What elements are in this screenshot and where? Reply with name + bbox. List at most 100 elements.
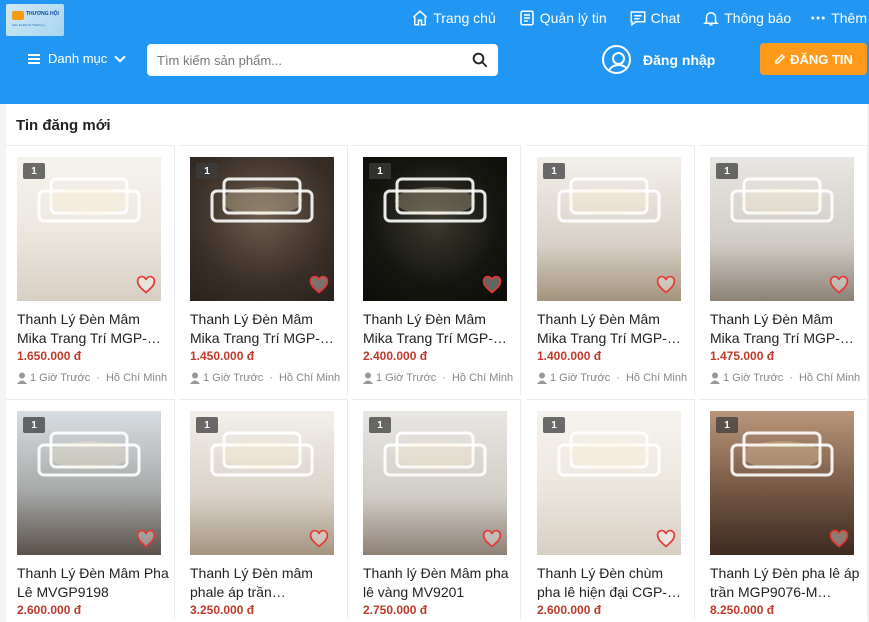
meta-separator: ·: [269, 372, 273, 384]
listing-card[interactable]: 1 Thanh Lý Đèn Mâm Mika Trang Trí MGP-… 1.…: [699, 145, 868, 395]
listing-card[interactable]: 1 Thanh lý Đèn Mâm pha lê vàng MV9201 2.75…: [352, 399, 521, 619]
seller-avatar-icon: [190, 372, 200, 384]
site-logo[interactable]: THƯƠNG HỘI Siêu thị Đồ Cũ Thanh Lý: [6, 4, 64, 36]
listing-thumbnail[interactable]: 1: [710, 157, 854, 301]
listing-meta: 1 Giờ Trước · Hồ Chí Minh: [363, 372, 513, 384]
chat-icon: [630, 11, 646, 27]
favorite-heart-icon[interactable]: [136, 529, 156, 549]
listing-location: Hồ Chí Minh: [798, 372, 861, 384]
category-menu-label: Danh mục: [48, 51, 108, 66]
listing-thumbnail[interactable]: 1: [190, 411, 334, 555]
favorite-heart-icon[interactable]: [136, 275, 156, 295]
listing-location: Hồ Chí Minh: [105, 372, 168, 384]
post-listing-button[interactable]: ĐĂNG TIN: [760, 43, 867, 75]
favorite-heart-icon[interactable]: [482, 275, 502, 295]
listing-time: 1 Giờ Trước: [30, 372, 91, 384]
list-icon: [519, 10, 534, 26]
seller-avatar-icon: [710, 372, 720, 384]
listing-location: Hồ Chí Minh: [278, 372, 341, 384]
listing-thumbnail[interactable]: 1: [190, 157, 334, 301]
listing-price: 2.600.000 đ: [537, 603, 602, 617]
listing-price: 2.600.000 đ: [17, 603, 82, 617]
nav-manage-posts[interactable]: Quản lý tin: [518, 9, 607, 27]
bell-icon: [703, 12, 720, 26]
listing-card[interactable]: 1 Thanh Lý Đèn pha lê áp trần MGP9076-M… 8…: [699, 399, 868, 619]
search-icon[interactable]: [471, 51, 489, 69]
image-count-badge: 1: [543, 417, 565, 433]
section-title: Tin đăng mới: [16, 117, 111, 134]
listing-title[interactable]: Thanh Lý Đèn pha lê áp trần MGP9076-M…: [710, 564, 862, 602]
listing-card[interactable]: 1 Thanh Lý Đèn Mâm Pha Lê MVGP9198 2.600.0…: [6, 399, 175, 619]
listing-price: 1.400.000 đ: [537, 349, 602, 363]
listing-title[interactable]: Thanh Lý Đèn mâm phale áp trần…: [190, 564, 342, 602]
listing-card[interactable]: 1 Thanh Lý Đèn Mâm Mika Trang Trí MGP-… 2.…: [352, 145, 521, 395]
listing-price: 8.250.000 đ: [710, 603, 775, 617]
nav-notifications[interactable]: Thông báo: [702, 9, 791, 27]
listing-location: Hồ Chí Minh: [625, 372, 688, 384]
listing-title[interactable]: Thanh Lý Đèn Mâm Mika Trang Trí MGP-…: [710, 310, 862, 348]
listing-price: 1.475.000 đ: [710, 349, 775, 363]
favorite-heart-icon[interactable]: [309, 529, 329, 549]
listing-card[interactable]: 1 Thanh Lý Đèn Mâm Mika Trang Trí MGP-… 1.…: [526, 145, 695, 395]
listing-card[interactable]: 1 Thanh Lý Đèn chùm pha lê hiện đại CGP-……: [526, 399, 695, 619]
listing-thumbnail[interactable]: 1: [363, 157, 507, 301]
listing-meta: 1 Giờ Trước · Hồ Chí Minh: [537, 372, 687, 384]
listing-time: 1 Giờ Trước: [723, 372, 784, 384]
listing-thumbnail[interactable]: 1: [537, 411, 681, 555]
more-dots-icon: [811, 16, 825, 20]
listing-thumbnail[interactable]: 1: [17, 411, 161, 555]
listing-title[interactable]: Thanh Lý Đèn Mâm Mika Trang Trí MGP-…: [537, 310, 689, 348]
edit-icon: [775, 53, 786, 64]
nav-chat-label: Chat: [650, 10, 681, 26]
login-label: Đăng nhập: [643, 51, 716, 68]
favorite-heart-icon[interactable]: [309, 275, 329, 295]
listing-card[interactable]: 1 Thanh Lý Đèn Mâm Mika Trang Trí MGP-… 1.…: [179, 145, 348, 395]
favorite-heart-icon[interactable]: [829, 529, 849, 549]
listing-meta: 1 Giờ Trước · Hồ Chí Minh: [17, 372, 167, 384]
image-count-badge: 1: [196, 163, 218, 179]
listing-time: 1 Giờ Trước: [376, 372, 437, 384]
favorite-heart-icon[interactable]: [829, 275, 849, 295]
category-menu-button[interactable]: Danh mục: [28, 50, 126, 66]
nav-manage-posts-label: Quản lý tin: [539, 10, 607, 26]
meta-separator: ·: [442, 372, 446, 384]
listing-thumbnail[interactable]: 1: [17, 157, 161, 301]
nav-more-label: Thêm: [831, 10, 867, 26]
favorite-heart-icon[interactable]: [482, 529, 502, 549]
nav-chat[interactable]: Chat: [629, 9, 681, 27]
listing-card[interactable]: 1 Thanh Lý Đèn Mâm Mika Trang Trí MGP-… 1.…: [6, 145, 175, 395]
seller-avatar-icon: [17, 372, 27, 384]
favorite-heart-icon[interactable]: [656, 275, 676, 295]
listing-title[interactable]: Thanh Lý Đèn Mâm Mika Trang Trí MGP-…: [190, 310, 342, 348]
listing-price: 3.250.000 đ: [190, 603, 255, 617]
listing-card[interactable]: 1 Thanh Lý Đèn mâm phale áp trần… 3.250.00…: [179, 399, 348, 619]
listing-title[interactable]: Thanh Lý Đèn Mâm Pha Lê MVGP9198: [17, 564, 169, 602]
listing-title[interactable]: Thanh Lý Đèn Mâm Mika Trang Trí MGP-…: [17, 310, 169, 348]
listing-thumbnail[interactable]: 1: [363, 411, 507, 555]
search-input[interactable]: [147, 44, 467, 76]
listing-title[interactable]: Thanh Lý Đèn chùm pha lê hiện đại CGP-…: [537, 564, 689, 602]
meta-separator: ·: [616, 372, 620, 384]
favorite-heart-icon[interactable]: [656, 529, 676, 549]
image-count-badge: 1: [716, 417, 738, 433]
login-button[interactable]: Đăng nhập: [602, 45, 715, 74]
listing-meta: 1 Giờ Trước · Hồ Chí Minh: [710, 372, 860, 384]
listing-meta: 1 Giờ Trước · Hồ Chí Minh: [190, 372, 340, 384]
listing-title[interactable]: Thanh Lý Đèn Mâm Mika Trang Trí MGP-…: [363, 310, 515, 348]
image-count-badge: 1: [543, 163, 565, 179]
search-box: [147, 44, 498, 76]
image-count-badge: 1: [196, 417, 218, 433]
nav-more[interactable]: Thêm: [809, 9, 867, 27]
image-count-badge: 1: [369, 163, 391, 179]
hamburger-icon: [28, 53, 40, 64]
listing-price: 2.400.000 đ: [363, 349, 428, 363]
listing-thumbnail[interactable]: 1: [710, 411, 854, 555]
chevron-down-icon: [114, 50, 126, 63]
listing-thumbnail[interactable]: 1: [537, 157, 681, 301]
top-header: THƯƠNG HỘI Siêu thị Đồ Cũ Thanh Lý Trang…: [0, 0, 869, 104]
home-icon: [412, 10, 428, 26]
logo-tagline: Siêu thị Đồ Cũ Thanh Lý: [12, 23, 45, 27]
listing-price: 1.450.000 đ: [190, 349, 255, 363]
listing-title[interactable]: Thanh lý Đèn Mâm pha lê vàng MV9201: [363, 564, 515, 602]
nav-home[interactable]: Trang chủ: [411, 9, 496, 27]
